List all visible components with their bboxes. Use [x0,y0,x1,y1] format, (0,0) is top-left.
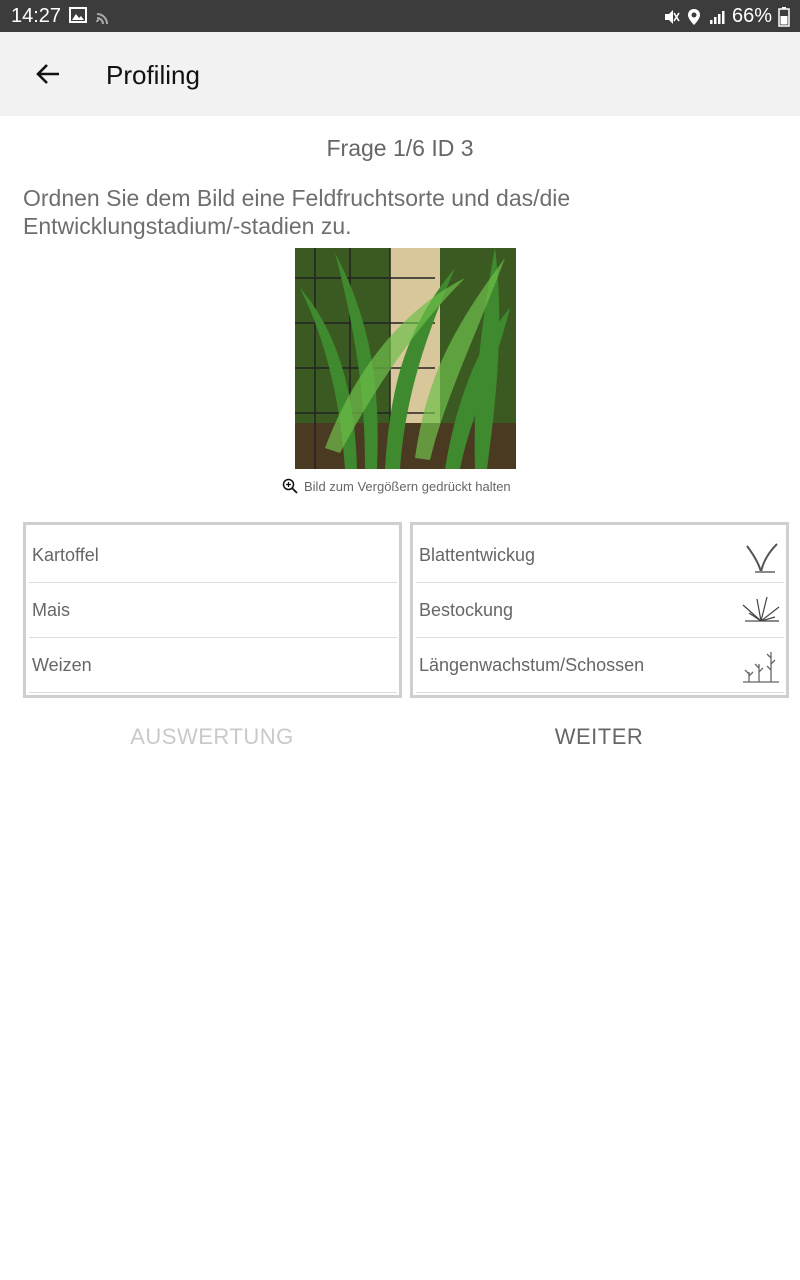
status-time: 14:27 [11,5,62,27]
cast-icon [96,13,108,24]
question-prompt: Ordnen Sie dem Bild eine Feldfruchtsorte… [23,185,571,239]
battery-icon [778,6,790,27]
back-button[interactable] [30,56,66,92]
next-button[interactable]: WEITER [399,724,799,750]
crop-photo-image [295,248,516,469]
app-bar: Profiling [0,32,800,116]
stage-list: Blattentwickug Bestockung Längenwachstum… [410,522,789,698]
battery-percent: 66% [731,5,772,27]
arrow-left-icon [36,64,59,84]
signal-icon [709,10,725,24]
zoom-in-icon [282,478,298,494]
mute-icon [664,9,680,24]
crop-option-label: Weizen [32,654,92,675]
location-icon [687,8,700,25]
crop-option-weizen[interactable]: Weizen [29,638,397,693]
stage-option-blattentwicklung[interactable]: Blattentwickug [416,528,784,583]
stage-option-label: Längenwachstum/Schossen [419,654,645,675]
evaluate-button[interactable]: AUSWERTUNG [0,724,424,750]
crop-option-kartoffel[interactable]: Kartoffel [29,528,397,583]
leaf-sprout-icon [746,543,778,573]
zoom-hint: Bild zum Vergößern gedrückt halten [282,478,511,494]
stem-growth-icon [743,652,779,683]
crop-photo[interactable] [295,248,516,469]
stage-option-label: Bestockung [419,599,514,620]
status-bar: 14:27 66% [0,0,800,32]
crop-list: Kartoffel Mais Weizen [23,522,402,698]
zoom-hint-text: Bild zum Vergößern gedrückt halten [304,478,511,494]
stage-option-laengenwachstum[interactable]: Längenwachstum/Schossen [416,638,784,693]
image-icon [69,7,87,23]
stage-option-label: Blattentwickug [419,544,536,565]
stage-option-bestockung[interactable]: Bestockung [416,583,784,638]
crop-option-label: Kartoffel [32,544,99,565]
crop-option-label: Mais [32,599,71,620]
page-title: Profiling [106,60,200,90]
tillering-icon [742,596,780,622]
question-counter: Frage 1/6 ID 3 [326,135,474,161]
crop-option-mais[interactable]: Mais [29,583,397,638]
